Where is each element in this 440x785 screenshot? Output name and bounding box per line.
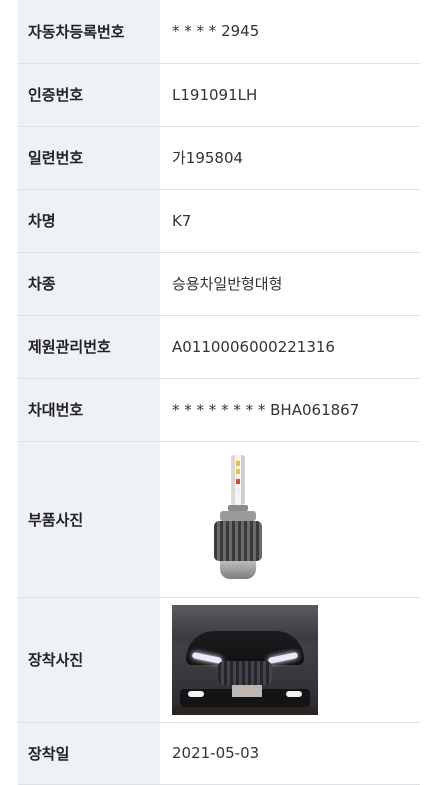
row-car-name: 차명 K7 (18, 189, 420, 253)
car-grille (218, 660, 272, 685)
label-certification-number: 인증번호 (18, 63, 160, 127)
foglamp-right (286, 690, 302, 697)
value-install-date: 2021-05-03 (160, 722, 420, 785)
value-car-name: K7 (160, 189, 420, 253)
value-spec-management-number: A0110006000221316 (160, 315, 420, 379)
car-install-photo[interactable] (172, 604, 318, 715)
led-chip-yellow (236, 469, 240, 474)
photo-floor (172, 706, 318, 715)
label-vin: 차대번호 (18, 378, 160, 442)
row-spec-management-number: 제원관리번호 A0110006000221316 (18, 315, 420, 379)
label-registration-number: 자동차등록번호 (18, 0, 160, 64)
value-vin: * * * * * * * * BHA061867 (160, 378, 420, 442)
label-part-photo: 부품사진 (18, 441, 160, 598)
value-part-photo (160, 441, 420, 598)
led-chip-red (236, 479, 240, 484)
bulb-ring (220, 511, 256, 521)
value-car-type: 승용차일반형대형 (160, 252, 420, 316)
value-registration-number: * * * * 2945 (160, 0, 420, 64)
label-serial-number: 일련번호 (18, 126, 160, 190)
bulb-base (220, 561, 256, 579)
row-registration-number: 자동차등록번호 * * * * 2945 (18, 0, 420, 64)
label-spec-management-number: 제원관리번호 (18, 315, 160, 379)
right-margin (420, 0, 440, 783)
label-car-type: 차종 (18, 252, 160, 316)
label-install-date: 장착일 (18, 722, 160, 785)
label-install-photo: 장착사진 (18, 597, 160, 723)
blurred-plate (232, 684, 262, 697)
foglamp-left (188, 690, 204, 697)
led-chip-yellow (236, 461, 240, 466)
value-install-photo (160, 597, 420, 723)
row-car-type: 차종 승용차일반형대형 (18, 252, 420, 316)
spec-table: 자동차등록번호 * * * * 2945 인증번호 L191091LH 일련번호… (18, 0, 420, 785)
label-car-name: 차명 (18, 189, 160, 253)
row-part-photo: 부품사진 (18, 441, 420, 598)
value-certification-number: L191091LH (160, 63, 420, 127)
left-margin (0, 0, 18, 783)
led-chip-white (236, 487, 240, 492)
row-serial-number: 일련번호 가195804 (18, 126, 420, 190)
row-install-photo: 장착사진 (18, 597, 420, 723)
row-certification-number: 인증번호 L191091LH (18, 63, 420, 127)
value-serial-number: 가195804 (160, 126, 420, 190)
row-vin: 차대번호 * * * * * * * * BHA061867 (18, 378, 420, 442)
row-install-date: 장착일 2021-05-03 (18, 722, 420, 785)
led-bulb-photo[interactable] (198, 455, 278, 583)
vehicle-part-record: 자동차등록번호 * * * * 2945 인증번호 L191091LH 일련번호… (0, 0, 440, 785)
bulb-heatsink (214, 521, 262, 561)
